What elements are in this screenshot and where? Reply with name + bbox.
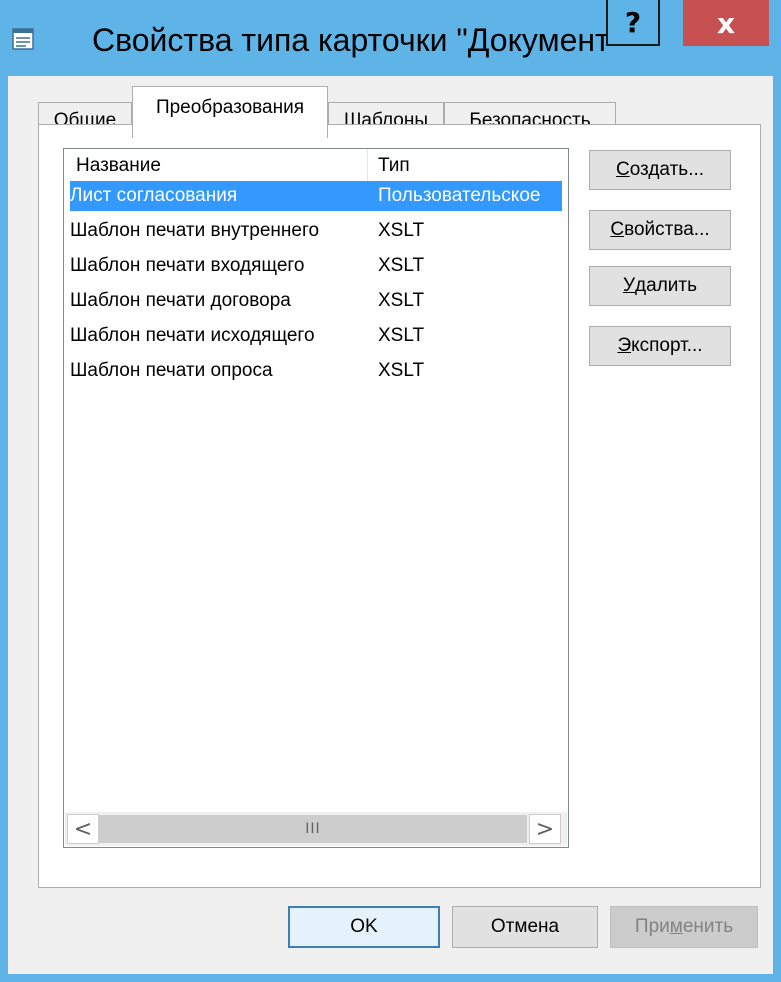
column-header-name[interactable]: Название (76, 155, 161, 177)
item-name: Лист согласования (70, 185, 238, 206)
cancel-button[interactable]: Отмена (452, 906, 598, 948)
scroll-thumb[interactable]: III (99, 815, 527, 843)
dialog-window: Свойства типа карточки "Документ" ? x Об… (0, 0, 781, 982)
accel-key: У (622, 275, 636, 296)
dialog-client: Общие Преобразования Шаблоны Безопасност… (8, 76, 773, 974)
item-type: XSLT (378, 290, 425, 311)
list-item[interactable]: Шаблон печати исходящего XSLT (70, 321, 562, 351)
create-button[interactable]: Создать... (589, 150, 731, 190)
chevron-left-icon: < (73, 816, 93, 842)
tab-label: Преобразования (155, 97, 305, 118)
accel-key: Э (617, 335, 632, 356)
help-button[interactable]: ? (606, 0, 660, 46)
delete-button[interactable]: Удалить (589, 266, 731, 306)
ok-button[interactable]: OK (288, 906, 440, 948)
button-label: енить (682, 916, 734, 937)
button-label: далить (635, 275, 698, 296)
transformations-list[interactable]: Название Тип Лист согласования Пользоват… (63, 148, 569, 848)
scroll-right-button[interactable]: > (529, 814, 561, 844)
column-header-type[interactable]: Тип (378, 155, 410, 177)
item-type: XSLT (378, 220, 425, 241)
accel-key: м (669, 916, 683, 937)
tab-transformations[interactable]: Преобразования (132, 86, 328, 138)
list-item[interactable]: Шаблон печати договора XSLT (70, 286, 562, 316)
button-label: OK (350, 916, 378, 937)
item-name: Шаблон печати исходящего (70, 325, 315, 346)
button-label: войства... (624, 219, 710, 240)
item-type: XSLT (378, 325, 425, 346)
list-item[interactable]: Шаблон печати опроса XSLT (70, 356, 562, 386)
list-item[interactable]: Шаблон печати внутреннего XSLT (70, 216, 562, 246)
accel-key: С (615, 159, 630, 180)
properties-button[interactable]: Свойства... (589, 210, 731, 250)
button-label: кспорт... (631, 335, 703, 356)
item-type: Пользовательское (378, 185, 541, 206)
scroll-left-button[interactable]: < (67, 814, 99, 844)
close-button[interactable]: x (683, 0, 769, 46)
accel-key: С (610, 219, 625, 240)
item-name: Шаблон печати опроса (70, 360, 273, 381)
button-label: При (634, 916, 670, 937)
list-item[interactable]: Лист согласования Пользовательское (70, 181, 562, 211)
item-name: Шаблон печати входящего (70, 255, 305, 276)
list-item[interactable]: Шаблон печати входящего XSLT (70, 251, 562, 281)
button-label: оздать... (629, 159, 705, 180)
grip-icon: III (305, 821, 321, 837)
title-bar[interactable]: Свойства типа карточки "Документ" ? x (0, 0, 781, 76)
item-type: XSLT (378, 255, 425, 276)
close-icon: x (716, 6, 736, 40)
window-title: Свойства типа карточки "Документ" (92, 22, 622, 58)
export-button[interactable]: Экспорт... (589, 326, 731, 366)
button-label: Отмена (490, 916, 560, 937)
list-header: Название Тип (64, 149, 568, 181)
horizontal-scrollbar[interactable]: < III > (65, 812, 567, 846)
app-icon (12, 28, 34, 50)
item-type: XSLT (378, 360, 425, 381)
column-divider[interactable] (367, 149, 368, 181)
item-name: Шаблон печати договора (70, 290, 291, 311)
item-name: Шаблон печати внутреннего (70, 220, 320, 241)
chevron-right-icon: > (535, 816, 555, 842)
apply-button[interactable]: При м енить (610, 906, 758, 948)
